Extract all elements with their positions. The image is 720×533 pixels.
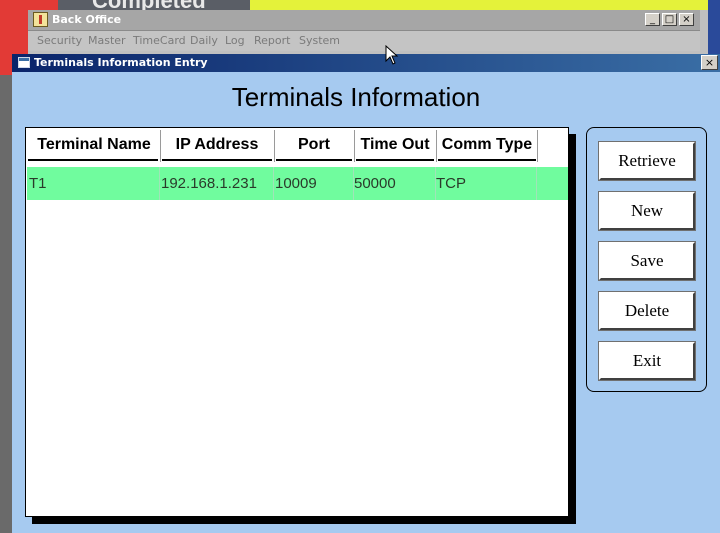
main-titlebar[interactable]: Back Office _ □ × <box>28 10 700 31</box>
header-underline <box>28 159 158 161</box>
exit-button[interactable]: Exit <box>599 342 695 380</box>
mouse-pointer-icon <box>385 45 399 65</box>
menu-security[interactable]: Security <box>37 34 82 47</box>
column-divider <box>537 130 538 162</box>
row-divider <box>273 167 274 200</box>
grid-header: Terminal Name IP Address Port Time Out C… <box>26 128 566 164</box>
menu-timecard[interactable]: TimeCard <box>133 34 186 47</box>
retrieve-button[interactable]: Retrieve <box>599 142 695 180</box>
row-divider <box>159 167 160 200</box>
new-button[interactable]: New <box>599 192 695 230</box>
save-button[interactable]: Save <box>599 242 695 280</box>
column-header-time-out[interactable]: Time Out <box>355 134 435 156</box>
header-underline <box>438 159 536 161</box>
menu-bar: Security Master TimeCard Daily Log Repor… <box>28 31 700 51</box>
cell-port: 10009 <box>275 175 317 192</box>
header-underline <box>276 159 352 161</box>
terminals-information-dialog: Terminals Information Entry × Terminals … <box>12 54 720 533</box>
back-office-window: Back Office _ □ × Security Master TimeCa… <box>28 10 708 55</box>
column-header-comm-type[interactable]: Comm Type <box>437 134 537 156</box>
dialog-title: Terminals Information Entry <box>34 56 208 69</box>
menu-system[interactable]: System <box>299 34 340 47</box>
menu-master[interactable]: Master <box>88 34 126 47</box>
menu-report[interactable]: Report <box>254 34 290 47</box>
back-office-app-icon[interactable] <box>33 12 48 27</box>
page-title: Terminals Information <box>231 82 481 112</box>
cell-time-out: 50000 <box>354 175 396 192</box>
header-underline <box>356 159 434 161</box>
row-divider <box>536 167 537 200</box>
cell-terminal-name: T1 <box>29 175 47 192</box>
terminals-grid[interactable]: Terminal Name IP Address Port Time Out C… <box>25 127 569 517</box>
menu-daily[interactable]: Daily <box>190 34 218 47</box>
button-panel: Retrieve New Save Delete Exit <box>586 127 707 392</box>
minimize-button[interactable]: _ <box>645 13 660 26</box>
cell-comm-type: TCP <box>436 175 466 192</box>
window-icon <box>18 57 30 68</box>
maximize-button[interactable]: □ <box>662 13 677 26</box>
table-row[interactable]: T1 192.168.1.231 10009 50000 TCP <box>27 167 568 200</box>
background-left-edge <box>0 75 12 533</box>
dialog-close-button[interactable]: × <box>701 55 718 70</box>
close-button[interactable]: × <box>679 13 694 26</box>
column-header-port[interactable]: Port <box>275 134 353 156</box>
cell-ip-address: 192.168.1.231 <box>161 175 257 192</box>
menu-log[interactable]: Log <box>225 34 245 47</box>
dialog-titlebar[interactable]: Terminals Information Entry × <box>12 54 720 72</box>
header-underline <box>162 159 272 161</box>
delete-button[interactable]: Delete <box>599 292 695 330</box>
column-header-terminal-name[interactable]: Terminal Name <box>30 134 158 156</box>
column-header-ip-address[interactable]: IP Address <box>161 134 273 156</box>
main-window-title: Back Office <box>52 13 122 26</box>
